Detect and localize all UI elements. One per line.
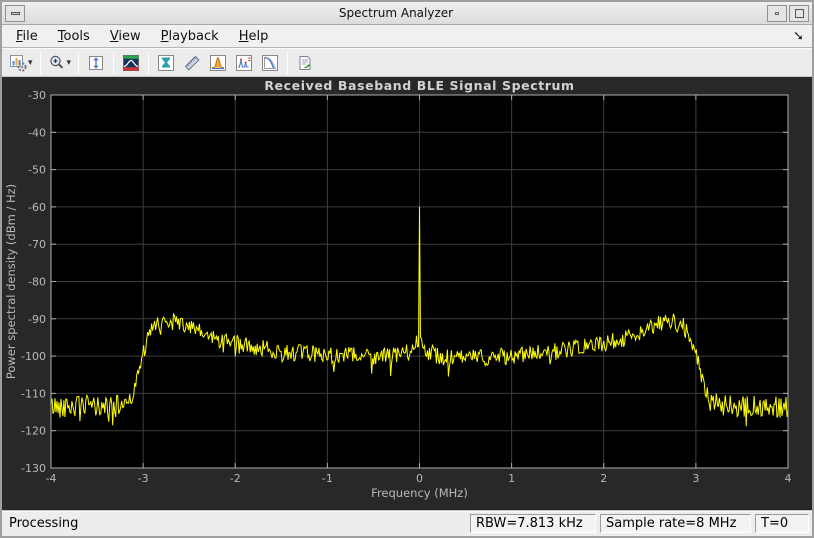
measure-ruler-icon	[183, 54, 201, 72]
toolbar-separator	[287, 52, 288, 74]
window-menu-icon	[11, 12, 20, 15]
ccdf-measurements-icon	[261, 54, 279, 72]
svg-text:4: 4	[785, 472, 792, 485]
svg-text:Frequency (MHz): Frequency (MHz)	[371, 486, 468, 500]
maximize-icon	[795, 9, 804, 18]
svg-text:-1: -1	[322, 472, 333, 485]
minimize-icon	[775, 12, 779, 15]
dropdown-caret-icon: ▾	[28, 57, 33, 68]
svg-text:2: 2	[600, 472, 607, 485]
svg-text:-80: -80	[28, 276, 46, 289]
svg-text:-100: -100	[21, 350, 46, 363]
status-sample-rate: Sample rate=8 MHz	[600, 514, 751, 533]
spectrum-chart[interactable]: -4 -3 -2 -1 0 1 2 3 4 -30 -40 -50 -60 -70 -80 -90 -100 -1…	[2, 77, 810, 506]
svg-text:1: 1	[508, 472, 515, 485]
distortion-measurements-icon	[235, 54, 253, 72]
status-time: T=0	[755, 514, 809, 533]
spectrum-spectrogram-view-icon	[122, 54, 140, 72]
svg-text:-30: -30	[28, 89, 46, 102]
window-menu-button[interactable]	[5, 5, 25, 22]
toolbar-separator	[78, 52, 79, 74]
playback-export-icon	[296, 54, 314, 72]
menubar: File Tools View Playback Help ➘	[2, 25, 812, 48]
spectrum-settings-button[interactable]: ▾	[7, 51, 35, 75]
maximize-button[interactable]	[789, 5, 809, 22]
cursors-button[interactable]	[154, 51, 178, 75]
distortion-button[interactable]	[232, 51, 256, 75]
spectrum-view-button[interactable]	[119, 51, 143, 75]
minimize-button[interactable]	[767, 5, 787, 22]
toolbar: ▾ ▾	[2, 48, 812, 77]
dropdown-caret-icon: ▾	[67, 57, 72, 68]
menu-tools[interactable]: Tools	[48, 27, 100, 46]
svg-text:-110: -110	[21, 387, 46, 400]
svg-text:-4: -4	[46, 472, 57, 485]
undock-arrow-icon[interactable]: ➘	[785, 30, 812, 43]
peak-finder-icon	[209, 54, 227, 72]
svg-text:-3: -3	[138, 472, 149, 485]
plot-panel: -4 -3 -2 -1 0 1 2 3 4 -30 -40 -50 -60 -70 -80 -90 -100 -1…	[2, 77, 812, 510]
svg-text:-40: -40	[28, 126, 46, 139]
statusbar: Processing RBW=7.813 kHz Sample rate=8 M…	[2, 510, 812, 536]
measure-button[interactable]	[180, 51, 204, 75]
spectrum-settings-icon	[9, 54, 27, 72]
svg-text:-120: -120	[21, 425, 46, 438]
spectrum-analyzer-window: Spectrum Analyzer File Tools View Playba…	[0, 0, 814, 538]
svg-text:-130: -130	[21, 462, 46, 475]
playback-export-button[interactable]	[293, 51, 317, 75]
toolbar-separator	[113, 52, 114, 74]
svg-text:3: 3	[692, 472, 699, 485]
menu-file[interactable]: File	[6, 27, 48, 46]
toolbar-separator	[40, 52, 41, 74]
autoscale-y-axis-icon	[87, 54, 105, 72]
svg-text:Received Baseband BLE Signal S: Received Baseband BLE Signal Spectrum	[264, 78, 574, 93]
svg-text:-70: -70	[28, 238, 46, 251]
status-rbw: RBW=7.813 kHz	[470, 514, 596, 533]
svg-text:-90: -90	[28, 313, 46, 326]
menu-playback[interactable]: Playback	[151, 27, 229, 46]
menu-help[interactable]: Help	[229, 27, 279, 46]
status-message: Processing	[5, 516, 78, 531]
zoom-button[interactable]: ▾	[46, 51, 74, 75]
titlebar[interactable]: Spectrum Analyzer	[2, 2, 812, 25]
svg-text:-60: -60	[28, 201, 46, 214]
svg-text:Power spectral density (dBm /: Power spectral density (dBm / Hz)	[4, 184, 18, 379]
svg-text:-50: -50	[28, 164, 46, 177]
zoom-in-icon	[48, 54, 66, 72]
autoscale-y-button[interactable]	[84, 51, 108, 75]
menu-view[interactable]: View	[100, 27, 151, 46]
toolbar-separator	[148, 52, 149, 74]
svg-text:0: 0	[416, 472, 423, 485]
peak-finder-button[interactable]	[206, 51, 230, 75]
ccdf-button[interactable]	[258, 51, 282, 75]
data-cursors-icon	[157, 54, 175, 72]
window-title: Spectrum Analyzer	[26, 6, 766, 20]
svg-text:-2: -2	[230, 472, 241, 485]
